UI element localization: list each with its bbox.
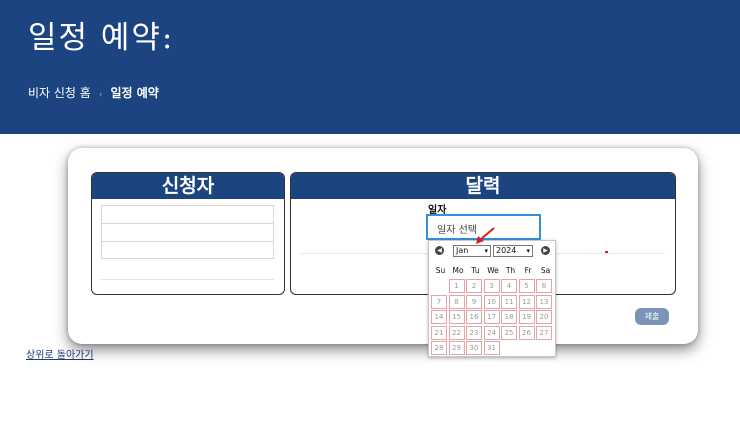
- page-title: 일정 예약:: [28, 20, 175, 56]
- calendar-day[interactable]: 1: [448, 279, 465, 293]
- applicant-divider: [101, 279, 274, 280]
- calendar-day[interactable]: 11: [501, 294, 517, 309]
- calendar-day[interactable]: 10: [483, 294, 500, 309]
- calendar-day[interactable]: 9: [466, 294, 482, 309]
- calendar-day[interactable]: 7: [431, 294, 447, 309]
- page-header: 일정 예약: 비자 신청 홈 › 일정 예약: [0, 0, 740, 134]
- calendar-day[interactable]: 28: [431, 341, 447, 355]
- booking-card: 신청자 달력: [68, 148, 698, 344]
- calendar-day[interactable]: 27: [536, 325, 552, 340]
- breadcrumb-current: 일정 예약: [110, 86, 159, 100]
- breadcrumb-separator: ›: [98, 90, 103, 100]
- calendar-day[interactable]: 4: [501, 279, 517, 293]
- calendar-day[interactable]: 20: [536, 310, 552, 324]
- calendar-day[interactable]: 25: [501, 325, 517, 340]
- submit-button[interactable]: 제출: [635, 308, 669, 325]
- weekday-label: Mo: [452, 266, 464, 275]
- breadcrumb-home-link[interactable]: 비자 신청 홈: [28, 86, 91, 100]
- month-select-value: Jan: [456, 246, 469, 255]
- calendar-panel-title: 달력: [291, 173, 675, 199]
- calendar-day[interactable]: 24: [483, 325, 500, 340]
- red-arrow-annotation: [476, 227, 495, 244]
- weekday-header: Su Mo Tu We Th Fr Sa: [432, 266, 552, 278]
- back-to-parent-link[interactable]: 상위로 돌아가기: [26, 346, 94, 361]
- calendar-day[interactable]: 8: [448, 294, 465, 309]
- calendar-day[interactable]: 18: [501, 310, 517, 324]
- calendar-day[interactable]: 2: [466, 279, 482, 293]
- day-grid: 1 2 3 4 5 6 7 8 9 10 11 12 13 14 15 16 17 18 19 20 21 22 23 24 2…: [431, 279, 555, 355]
- calendar-day[interactable]: 5: [518, 279, 535, 293]
- applicant-row[interactable]: [101, 241, 274, 259]
- calendar-day[interactable]: 14: [431, 310, 447, 324]
- calendar-day[interactable]: 29: [448, 341, 465, 355]
- applicant-row[interactable]: [101, 205, 274, 223]
- weekday-label: Su: [435, 266, 446, 275]
- calendar-day[interactable]: 19: [518, 310, 535, 324]
- breadcrumb: 비자 신청 홈 › 일정 예약: [28, 84, 159, 101]
- applicant-panel-title: 신청자: [92, 173, 284, 199]
- calendar-day[interactable]: 30: [466, 341, 482, 355]
- calendar-day[interactable]: 22: [448, 325, 465, 340]
- weekday-label: Tu: [471, 266, 480, 275]
- applicant-row[interactable]: [101, 223, 274, 241]
- chevron-down-icon: ▾: [526, 247, 530, 255]
- calendar-day[interactable]: 17: [483, 310, 500, 324]
- weekday-label: We: [487, 266, 499, 275]
- calendar-day[interactable]: 26: [518, 325, 535, 340]
- datepicker-popup: ◀ Jan ▾ 2024 ▾ ▶ Su Mo Tu We Th Fr Sa 1234567891…: [428, 240, 556, 357]
- calendar-day[interactable]: 21: [431, 325, 447, 340]
- calendar-day[interactable]: 13: [536, 294, 552, 309]
- red-marker: [605, 251, 608, 253]
- calendar-day[interactable]: 3: [483, 279, 500, 293]
- weekday-label: Sa: [540, 266, 551, 275]
- calendar-day[interactable]: 16: [466, 310, 482, 324]
- year-select[interactable]: 2024 ▾: [493, 245, 533, 257]
- calendar-day[interactable]: 15: [448, 310, 465, 324]
- weekday-label: Th: [505, 266, 516, 275]
- calendar-day[interactable]: 23: [466, 325, 482, 340]
- weekday-label: Fr: [524, 266, 532, 275]
- calendar-day[interactable]: 6: [536, 279, 552, 293]
- applicant-panel: 신청자: [91, 172, 285, 295]
- next-month-icon[interactable]: ▶: [541, 246, 550, 255]
- calendar-day[interactable]: 31: [483, 341, 500, 355]
- calendar-day[interactable]: 12: [518, 294, 535, 309]
- year-select-value: 2024: [496, 246, 517, 255]
- prev-month-icon[interactable]: ◀: [435, 246, 444, 255]
